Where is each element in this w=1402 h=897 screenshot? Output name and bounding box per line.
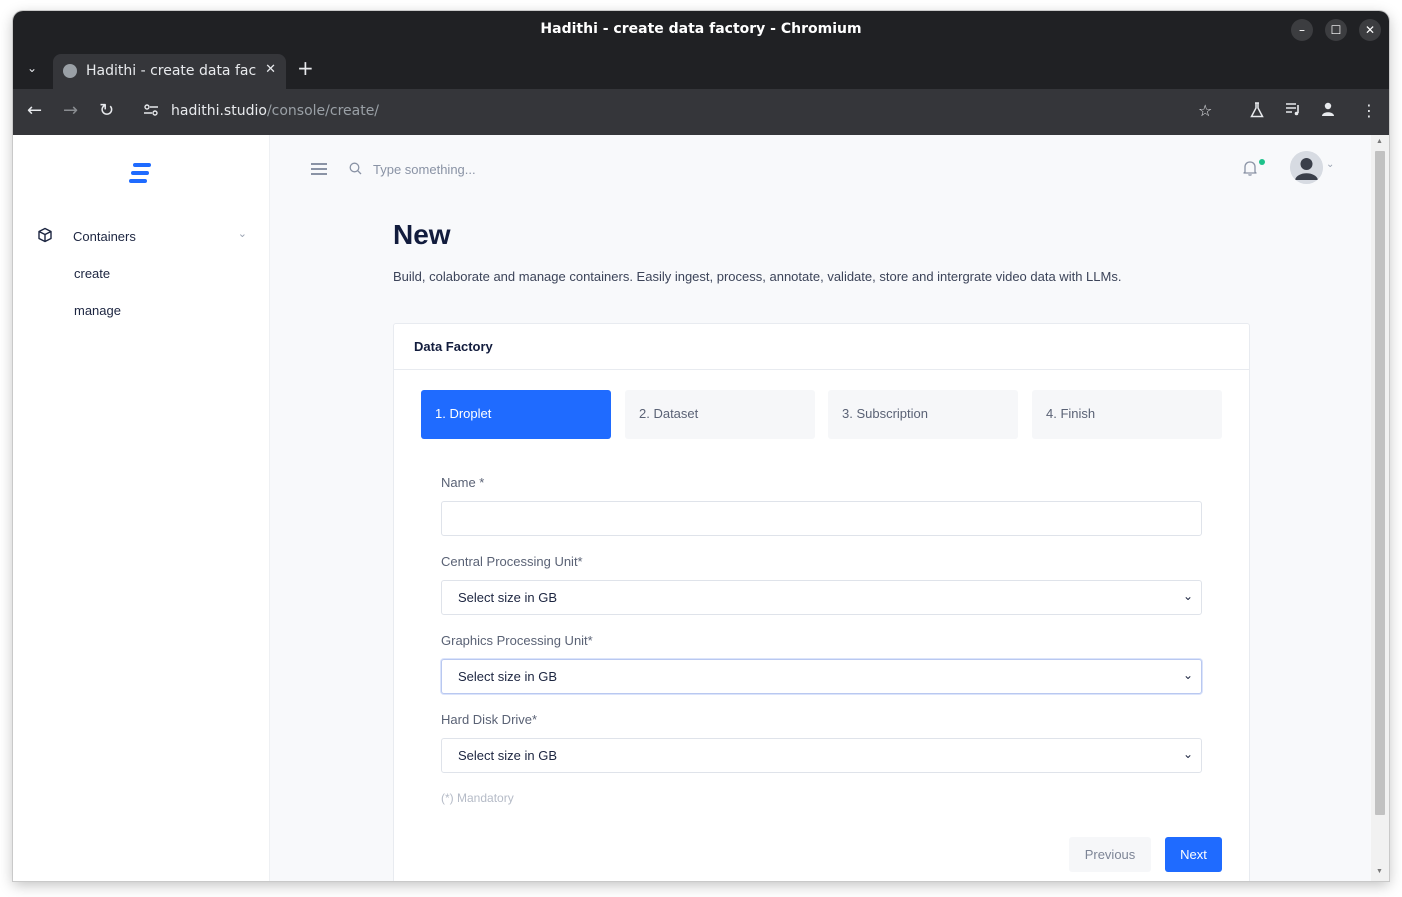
address-bar[interactable]: hadithi.studio/console/create/: [131, 95, 1233, 129]
browser-tab[interactable]: Hadithi - create data factory ✕: [53, 54, 286, 89]
hdd-select-value: Select size in GB: [458, 748, 557, 763]
media-queue-icon[interactable]: [1285, 102, 1301, 120]
step-finish[interactable]: 4. Finish: [1032, 390, 1222, 439]
step-subscription[interactable]: 3. Subscription: [828, 390, 1018, 439]
tab-close-icon[interactable]: ✕: [265, 62, 276, 77]
chevron-down-icon: ⌄: [1182, 589, 1193, 603]
labs-flask-icon[interactable]: [1250, 102, 1264, 122]
sidebar-item-create[interactable]: create: [74, 266, 110, 281]
chevron-down-icon: ⌄: [1182, 668, 1193, 682]
next-button[interactable]: Next: [1165, 837, 1222, 872]
cpu-select-value: Select size in GB: [458, 590, 557, 605]
hdd-label: Hard Disk Drive*: [441, 712, 538, 727]
site-info-icon[interactable]: [143, 103, 159, 120]
scrollbar-thumb[interactable]: [1375, 151, 1385, 815]
url-host: hadithi.studio: [171, 103, 267, 119]
gpu-select-value: Select size in GB: [458, 669, 557, 684]
mandatory-note: (*) Mandatory: [441, 791, 514, 805]
notification-dot: [1259, 159, 1265, 165]
maximize-button[interactable]: ☐: [1325, 19, 1347, 41]
cpu-select[interactable]: Select size in GB ⌄: [441, 580, 1202, 615]
minimize-button[interactable]: –: [1291, 19, 1313, 41]
scroll-down-arrow-icon[interactable]: ▼: [1376, 868, 1383, 875]
hdd-select[interactable]: Select size in GB ⌄: [441, 738, 1202, 773]
bell-icon[interactable]: [1241, 159, 1259, 177]
sidebar-item-manage[interactable]: manage: [74, 303, 121, 318]
window-title: Hadithi - create data factory - Chromium: [540, 21, 862, 37]
browser-toolbar: ← → ↻ hadithi.studio/console/create/ ☆ ⋮: [13, 89, 1389, 135]
name-field[interactable]: [441, 501, 1202, 536]
name-label: Name *: [441, 475, 485, 490]
search-icon: [349, 162, 362, 175]
url-text[interactable]: hadithi.studio/console/create/: [171, 103, 379, 119]
chevron-down-icon: ⌄: [237, 228, 247, 240]
search-input[interactable]: Type something...: [373, 162, 476, 177]
scroll-up-arrow-icon[interactable]: ▲: [1376, 138, 1383, 145]
chevron-down-icon[interactable]: ⌄: [1326, 159, 1334, 170]
url-path: /console/create/: [266, 103, 380, 119]
profile-icon[interactable]: [1321, 102, 1335, 120]
menu-toggle-icon[interactable]: [311, 163, 327, 175]
forward-button[interactable]: →: [63, 101, 78, 121]
page-viewport: Containers ⌄ create manage Type somethin…: [13, 135, 1389, 881]
sidebar-group-label: Containers: [73, 229, 136, 244]
tab-title: Hadithi - create data factory: [86, 63, 256, 79]
bookmark-star-icon[interactable]: ☆: [1198, 102, 1212, 120]
previous-button[interactable]: Previous: [1069, 837, 1151, 872]
browser-window: Hadithi - create data factory - Chromium…: [13, 11, 1389, 881]
back-button[interactable]: ←: [27, 101, 42, 121]
browser-menu-icon[interactable]: ⋮: [1361, 102, 1377, 120]
cube-icon: [37, 227, 53, 243]
page-description: Build, colaborate and manage containers.…: [393, 269, 1122, 284]
page-scrollbar[interactable]: ▲ ▼: [1371, 135, 1389, 881]
title-bar: Hadithi - create data factory - Chromium…: [13, 11, 1389, 49]
tab-search-dropdown-icon[interactable]: ⌄: [27, 61, 37, 75]
cpu-label: Central Processing Unit*: [441, 554, 583, 569]
chevron-down-icon: ⌄: [1182, 747, 1193, 761]
page-title: New: [393, 219, 451, 250]
gpu-label: Graphics Processing Unit*: [441, 633, 593, 648]
gpu-select[interactable]: Select size in GB ⌄: [441, 659, 1202, 694]
avatar[interactable]: [1290, 151, 1323, 184]
step-droplet[interactable]: 1. Droplet: [421, 390, 611, 439]
new-tab-button[interactable]: +: [297, 58, 314, 78]
card-header: Data Factory: [394, 324, 1249, 370]
reload-button[interactable]: ↻: [99, 101, 114, 121]
card-title: Data Factory: [414, 339, 493, 354]
tab-strip: ⌄ Hadithi - create data factory ✕ +: [13, 49, 1389, 89]
step-dataset[interactable]: 2. Dataset: [625, 390, 815, 439]
brand-logo[interactable]: [129, 161, 153, 185]
sidebar: Containers ⌄ create manage: [13, 135, 270, 881]
data-factory-card: Data Factory 1. Droplet 2. Dataset 3. Su…: [393, 323, 1250, 881]
globe-icon: [63, 64, 77, 78]
close-window-button[interactable]: ✕: [1359, 19, 1381, 41]
sidebar-group-containers[interactable]: Containers ⌄: [37, 227, 247, 251]
